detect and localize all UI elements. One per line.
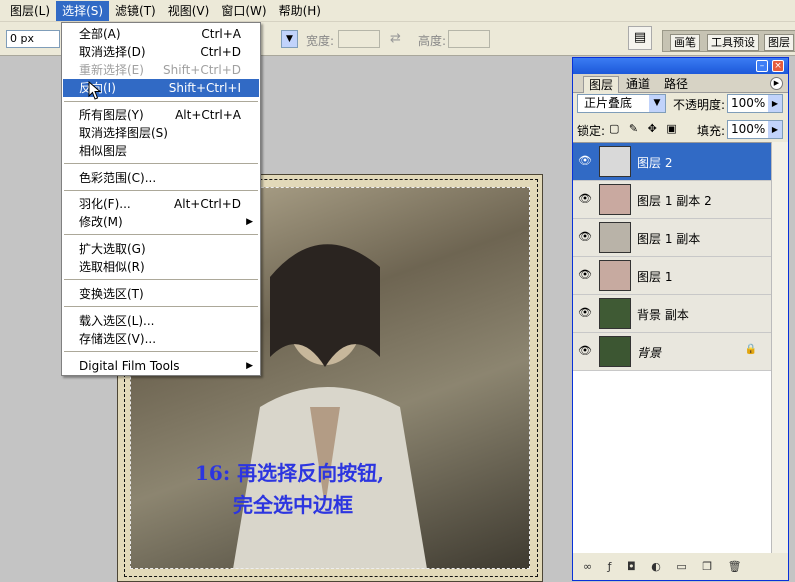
menu-item-load-selection[interactable]: 载入选区(L)... — [63, 312, 259, 330]
layer-thumbnail — [599, 222, 631, 253]
layers-scrollbar[interactable] — [771, 142, 788, 553]
layer-thumbnail — [599, 260, 631, 291]
tab-paths[interactable]: 路径 — [659, 76, 693, 93]
layer-name: 图层 1 — [637, 270, 673, 284]
menu-item-similar[interactable]: 选取相似(R) — [63, 258, 259, 276]
menu-item-modify[interactable]: 修改(M) ▶ — [63, 213, 259, 231]
menu-item-reselect: 重新选择(E) Shift+Ctrl+D — [79, 63, 241, 77]
menu-separator — [64, 351, 258, 352]
fill-slider-icon[interactable]: ▶ — [768, 121, 782, 138]
opacity-slider-icon[interactable]: ▶ — [768, 95, 782, 112]
width-input[interactable] — [338, 30, 380, 48]
panel-footer-buttons[interactable]: ∞ ƒ ◘ ◐ ▭ ❐ 🗑 — [573, 554, 788, 580]
submenu-arrow-icon: ▶ — [246, 361, 253, 371]
file-browser-icon[interactable]: ▤ — [628, 26, 652, 50]
eye-icon[interactable]: 👁 — [577, 229, 593, 245]
swap-icon[interactable]: ⇄ — [390, 31, 401, 46]
feather-input[interactable]: 0 px — [6, 30, 60, 48]
layers-list: 👁 图层 2 👁 图层 1 副本 2 👁 图层 1 副本 👁 图层 1 👁 背景… — [573, 142, 771, 553]
style-dropdown-arrow[interactable]: ▼ — [281, 30, 298, 48]
lock-label: 锁定: — [577, 124, 606, 138]
layer-row[interactable]: 👁 图层 1 — [573, 257, 771, 295]
menu-view[interactable]: 视图(V) — [162, 1, 216, 21]
eye-icon[interactable]: 👁 — [577, 191, 593, 207]
menu-separator — [64, 306, 258, 307]
menu-item-transform-selection[interactable]: 变换选区(T) — [63, 285, 259, 303]
palette-tab-brush[interactable]: 画笔 — [670, 34, 700, 51]
menu-separator — [64, 234, 258, 235]
layer-row[interactable]: 👁 图层 1 副本 — [573, 219, 771, 257]
menu-bar: 图层(L) 选择(S) 滤镜(T) 视图(V) 窗口(W) 帮助(H) — [0, 0, 795, 22]
panel-tabs: 图层 通道 路径 — [573, 74, 788, 93]
menu-item-digital-film-tools[interactable]: Digital Film Tools ▶ — [63, 357, 259, 375]
menu-item-feather[interactable]: 羽化(F)... Alt+Ctrl+D — [63, 195, 259, 213]
layer-row[interactable]: 👁 图层 1 副本 2 — [573, 181, 771, 219]
menu-item-grow[interactable]: 扩大选取(G) — [63, 240, 259, 258]
layer-row[interactable]: 👁 图层 2 — [573, 143, 771, 181]
layer-thumbnail — [599, 298, 631, 329]
lock-options-icons[interactable]: ▢ ✎ ✥ ▣ — [609, 122, 680, 135]
layer-name: 图层 1 副本 — [637, 232, 701, 246]
layer-name: 图层 2 — [637, 156, 673, 170]
menu-item-save-selection[interactable]: 存储选区(V)... — [63, 330, 259, 348]
menu-item-deselect[interactable]: 取消选择(D) Ctrl+D — [63, 43, 259, 61]
menu-item-color-range[interactable]: 色彩范围(C)... — [63, 169, 259, 187]
tab-layers[interactable]: 图层 — [583, 76, 620, 93]
caption-line-1: 16: 再选择反向按钮, — [195, 461, 385, 485]
chevron-down-icon: ▼ — [649, 95, 665, 112]
menu-item-all-layers[interactable]: 所有图层(Y) Alt+Ctrl+A — [63, 106, 259, 124]
layer-row[interactable]: 👁 背景 🔒 — [573, 333, 771, 371]
menu-layer[interactable]: 图层(L) — [4, 1, 56, 21]
height-label: 高度: — [418, 34, 447, 48]
layer-thumbnail — [599, 146, 631, 177]
opacity-input[interactable]: 100% ▶ — [727, 94, 783, 113]
minimize-icon[interactable]: – — [756, 60, 768, 72]
menu-separator — [64, 101, 258, 102]
panel-title-bar[interactable]: – × — [573, 58, 788, 74]
select-menu: 全部(A) Ctrl+A 取消选择(D) Ctrl+D 重新选择(E) Shift+C… — [61, 22, 261, 376]
menu-item-deselect-layers[interactable]: 取消选择图层(S) — [63, 124, 259, 142]
layers-panel: – × 图层 通道 路径 ▶ 正片叠底 ▼ 不透明度: 100% ▶ 锁定: ▢… — [572, 57, 789, 581]
layer-thumbnail — [599, 184, 631, 215]
close-icon[interactable]: × — [772, 60, 784, 72]
palette-tab-layers[interactable]: 图层 — [764, 34, 794, 51]
opacity-label: 不透明度: — [673, 98, 726, 112]
menu-separator — [64, 279, 258, 280]
layer-row[interactable]: 👁 背景 副本 — [573, 295, 771, 333]
eye-icon[interactable]: 👁 — [577, 343, 593, 359]
menu-item-all[interactable]: 全部(A) Ctrl+A — [63, 25, 259, 43]
eye-icon[interactable]: 👁 — [577, 305, 593, 321]
tutorial-caption: 16: 再选择反向按钮, 完全选中边框 — [195, 457, 384, 521]
blend-mode-select[interactable]: 正片叠底 ▼ — [577, 94, 666, 113]
menu-item-similar-layers[interactable]: 相似图层 — [63, 142, 259, 160]
submenu-arrow-icon: ▶ — [246, 217, 253, 227]
width-label: 宽度: — [306, 34, 335, 48]
layer-name: 背景 — [637, 346, 662, 360]
layer-thumbnail — [599, 336, 631, 367]
fill-label: 填充: — [697, 124, 726, 138]
palette-tab-presets[interactable]: 工具预设 — [707, 34, 759, 51]
height-input[interactable] — [448, 30, 490, 48]
mouse-cursor-icon — [88, 81, 102, 100]
fill-input[interactable]: 100% ▶ — [727, 120, 783, 139]
panel-menu-icon[interactable]: ▶ — [770, 77, 783, 90]
eye-icon[interactable]: 👁 — [577, 153, 593, 169]
tab-channels[interactable]: 通道 — [621, 76, 655, 93]
menu-help[interactable]: 帮助(H) — [273, 1, 327, 21]
caption-line-2: 完全选中边框 — [233, 493, 353, 517]
menu-filter[interactable]: 滤镜(T) — [109, 1, 162, 21]
lock-icon: 🔒 — [744, 344, 757, 355]
eye-icon[interactable]: 👁 — [577, 267, 593, 283]
layer-name: 图层 1 副本 2 — [637, 194, 712, 208]
menu-window[interactable]: 窗口(W) — [215, 1, 272, 21]
layer-name: 背景 副本 — [637, 308, 689, 322]
menu-select[interactable]: 选择(S) — [56, 0, 110, 21]
menu-separator — [64, 190, 258, 191]
menu-separator — [64, 163, 258, 164]
